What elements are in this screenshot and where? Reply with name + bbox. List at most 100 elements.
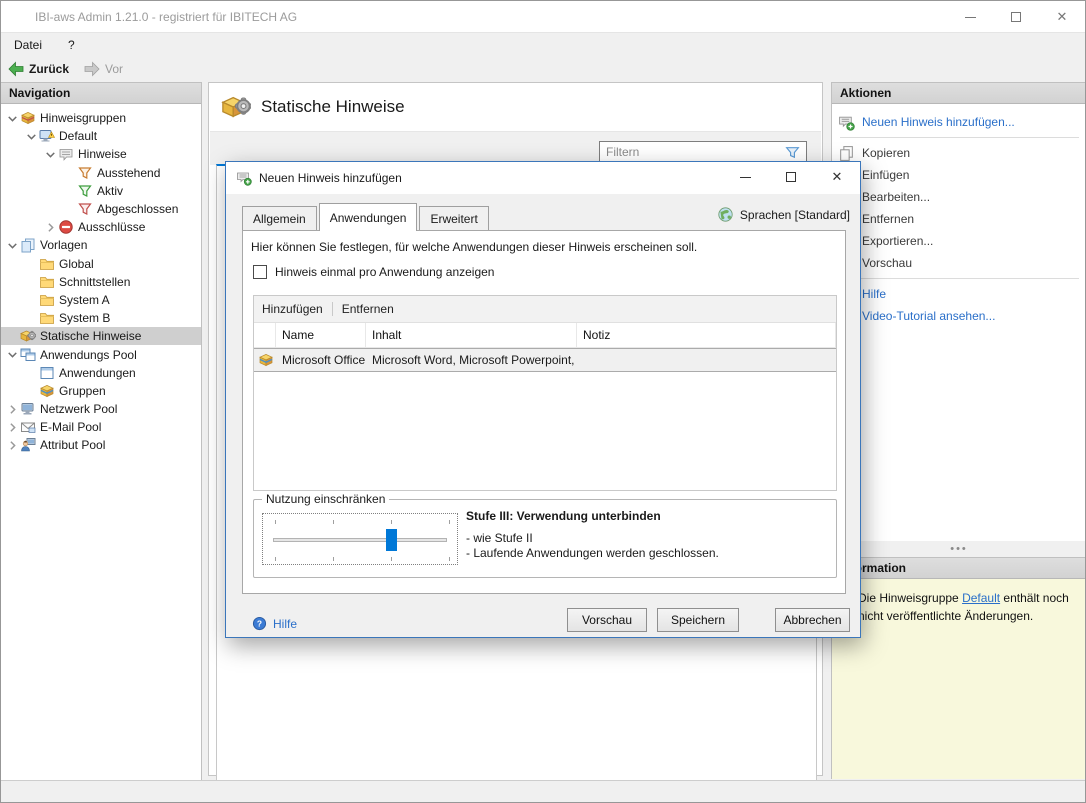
chevron-down-icon[interactable] (43, 147, 58, 162)
add-application-button[interactable]: Hinzufügen (262, 302, 323, 316)
actions-separator (840, 137, 1079, 138)
user-computer-icon (20, 437, 36, 453)
dialog-title: Neuen Hinweis hinzufügen (259, 171, 402, 185)
dialog-close-button[interactable]: ✕ (814, 162, 860, 192)
languages-button[interactable]: Sprachen [Standard] (717, 206, 850, 223)
information-text: Die Hinweisgruppe Default enthält noch n… (858, 591, 1069, 623)
chevron-down-icon[interactable] (5, 111, 20, 126)
nav-item-anwendungs-pool[interactable]: Anwendungs Pool (1, 345, 201, 363)
column-inhalt[interactable]: Inhalt (366, 323, 577, 347)
tab-allgemein[interactable]: Allgemein (242, 206, 317, 230)
slider-tick (275, 520, 276, 524)
action-vorschau: Vorschau (832, 252, 1085, 274)
dialog-title-bar: Neuen Hinweis hinzufügen ✕ (226, 162, 860, 194)
filter-input[interactable] (600, 145, 784, 159)
action-exportieren: Exportieren... (832, 230, 1085, 252)
table-row[interactable]: Microsoft Office Microsoft Word, Microsof… (254, 348, 836, 372)
slider-track[interactable] (273, 538, 447, 542)
app-logo-icon (11, 9, 27, 25)
chevron-right-icon[interactable] (5, 402, 20, 417)
forward-button[interactable]: Vor (83, 60, 123, 78)
dialog-maximize-button[interactable] (768, 162, 814, 192)
filter-funnel-icon[interactable] (784, 144, 801, 161)
nav-item-netzwerk-pool[interactable]: Netzwerk Pool (1, 400, 201, 418)
slider-tick (275, 557, 276, 561)
nav-item-attribut-pool[interactable]: Attribut Pool (1, 436, 201, 454)
restriction-level-title: Stufe III: Verwendung unterbinden (466, 509, 661, 523)
chevron-right-icon[interactable] (5, 420, 20, 435)
slider-tick (449, 520, 450, 524)
chevron-down-icon[interactable] (5, 347, 20, 362)
chevron-right-icon[interactable] (43, 220, 58, 235)
window-icon (39, 365, 55, 381)
nav-item-e-mail-pool[interactable]: E-Mail Pool (1, 418, 201, 436)
toolbar-divider (331, 302, 333, 316)
nav-item-hinweisgruppen[interactable]: Hinweisgruppen (1, 109, 201, 127)
nav-item-ausschlusse[interactable]: Ausschlüsse (1, 218, 201, 236)
menu-item-help[interactable]: ? (68, 38, 75, 52)
nav-item-label: Default (59, 129, 98, 144)
nav-item-system-b[interactable]: System B (1, 309, 201, 327)
action-label: Video-Tutorial ansehen... (862, 309, 996, 323)
globe-icon (717, 206, 734, 223)
slider-thumb[interactable] (385, 529, 397, 551)
actions-list: Neuen Hinweis hinzufügen... Kopieren Einfü… (832, 104, 1085, 327)
menu-item-datei[interactable]: Datei (14, 38, 42, 52)
nav-item-gruppen[interactable]: Gruppen (1, 382, 201, 400)
nav-item-schnittstellen[interactable]: Schnittstellen (1, 273, 201, 291)
once-per-app-checkbox[interactable] (253, 265, 267, 279)
nav-item-vorlagen[interactable]: Vorlagen (1, 236, 201, 254)
action-video-tutorial-ansehen[interactable]: Video-Tutorial ansehen... (832, 305, 1085, 327)
speichern-button[interactable]: Speichern (657, 608, 739, 632)
help-icon: ? (252, 616, 267, 631)
applications-table: Hinzufügen Entfernen Name Inhalt Notiz Mic… (253, 295, 837, 491)
restriction-slider[interactable] (262, 513, 458, 565)
tab-anwendungen[interactable]: Anwendungen (318, 203, 418, 231)
chevron-right-icon[interactable] (5, 438, 20, 453)
nav-item-system-a[interactable]: System A (1, 291, 201, 309)
panel-splitter[interactable]: ••• (831, 541, 1085, 557)
nav-item-default[interactable]: Default (1, 127, 201, 145)
action-label: Exportieren... (862, 234, 934, 248)
back-button[interactable]: Zurück (7, 60, 69, 78)
column-notiz[interactable]: Notiz (577, 323, 836, 347)
nav-item-aktiv[interactable]: Aktiv (1, 182, 201, 200)
dialog-help-link[interactable]: ? Hilfe (252, 616, 297, 631)
default-group-link[interactable]: Default (962, 591, 1000, 605)
nav-item-label: E-Mail Pool (40, 420, 102, 435)
nav-item-anwendungen[interactable]: Anwendungen (1, 364, 201, 382)
action-label: Hilfe (862, 287, 887, 301)
nav-item-hinweise[interactable]: Hinweise (1, 145, 201, 163)
nav-item-global[interactable]: Global (1, 255, 201, 273)
abbrechen-button[interactable]: Abbrechen (775, 608, 850, 632)
nav-item-ausstehend[interactable]: Ausstehend (1, 164, 201, 182)
vorschau-button[interactable]: Vorschau (567, 608, 647, 632)
column-name[interactable]: Name (276, 323, 366, 347)
slider-tick (391, 520, 392, 524)
status-bar (1, 780, 1085, 802)
dialog-minimize-button[interactable] (722, 162, 768, 192)
nav-item-label: System A (59, 292, 110, 307)
window-title: IBI-aws Admin 1.21.0 - registriert für I… (35, 10, 298, 24)
package-gear-icon (20, 328, 36, 344)
action-label: Entfernen (862, 212, 915, 226)
folder-icon (39, 310, 55, 326)
nav-item-label: Anwendungs Pool (40, 347, 137, 362)
remove-application-button[interactable]: Entfernen (342, 302, 394, 316)
nav-item-statische-hinweise[interactable]: Statische Hinweise (1, 327, 201, 346)
close-button[interactable]: ✕ (1039, 1, 1085, 33)
information-header: Information (832, 558, 1085, 579)
nav-item-abgeschlossen[interactable]: Abgeschlossen (1, 200, 201, 218)
action-neuen-hinweis-hinzufugen[interactable]: Neuen Hinweis hinzufügen... (832, 111, 1085, 133)
chevron-down-icon[interactable] (5, 238, 20, 253)
action-hilfe[interactable]: Hilfe (832, 283, 1085, 305)
action-label: Bearbeiten... (862, 190, 931, 204)
minimize-button[interactable] (947, 1, 993, 33)
nav-item-label: Global (59, 256, 94, 271)
tab-erweitert[interactable]: Erweitert (419, 206, 489, 230)
page-title: Statische Hinweise (261, 97, 405, 116)
chevron-down-icon[interactable] (24, 129, 39, 144)
nav-item-label: Statische Hinweise (40, 329, 142, 344)
maximize-button[interactable] (993, 1, 1039, 33)
